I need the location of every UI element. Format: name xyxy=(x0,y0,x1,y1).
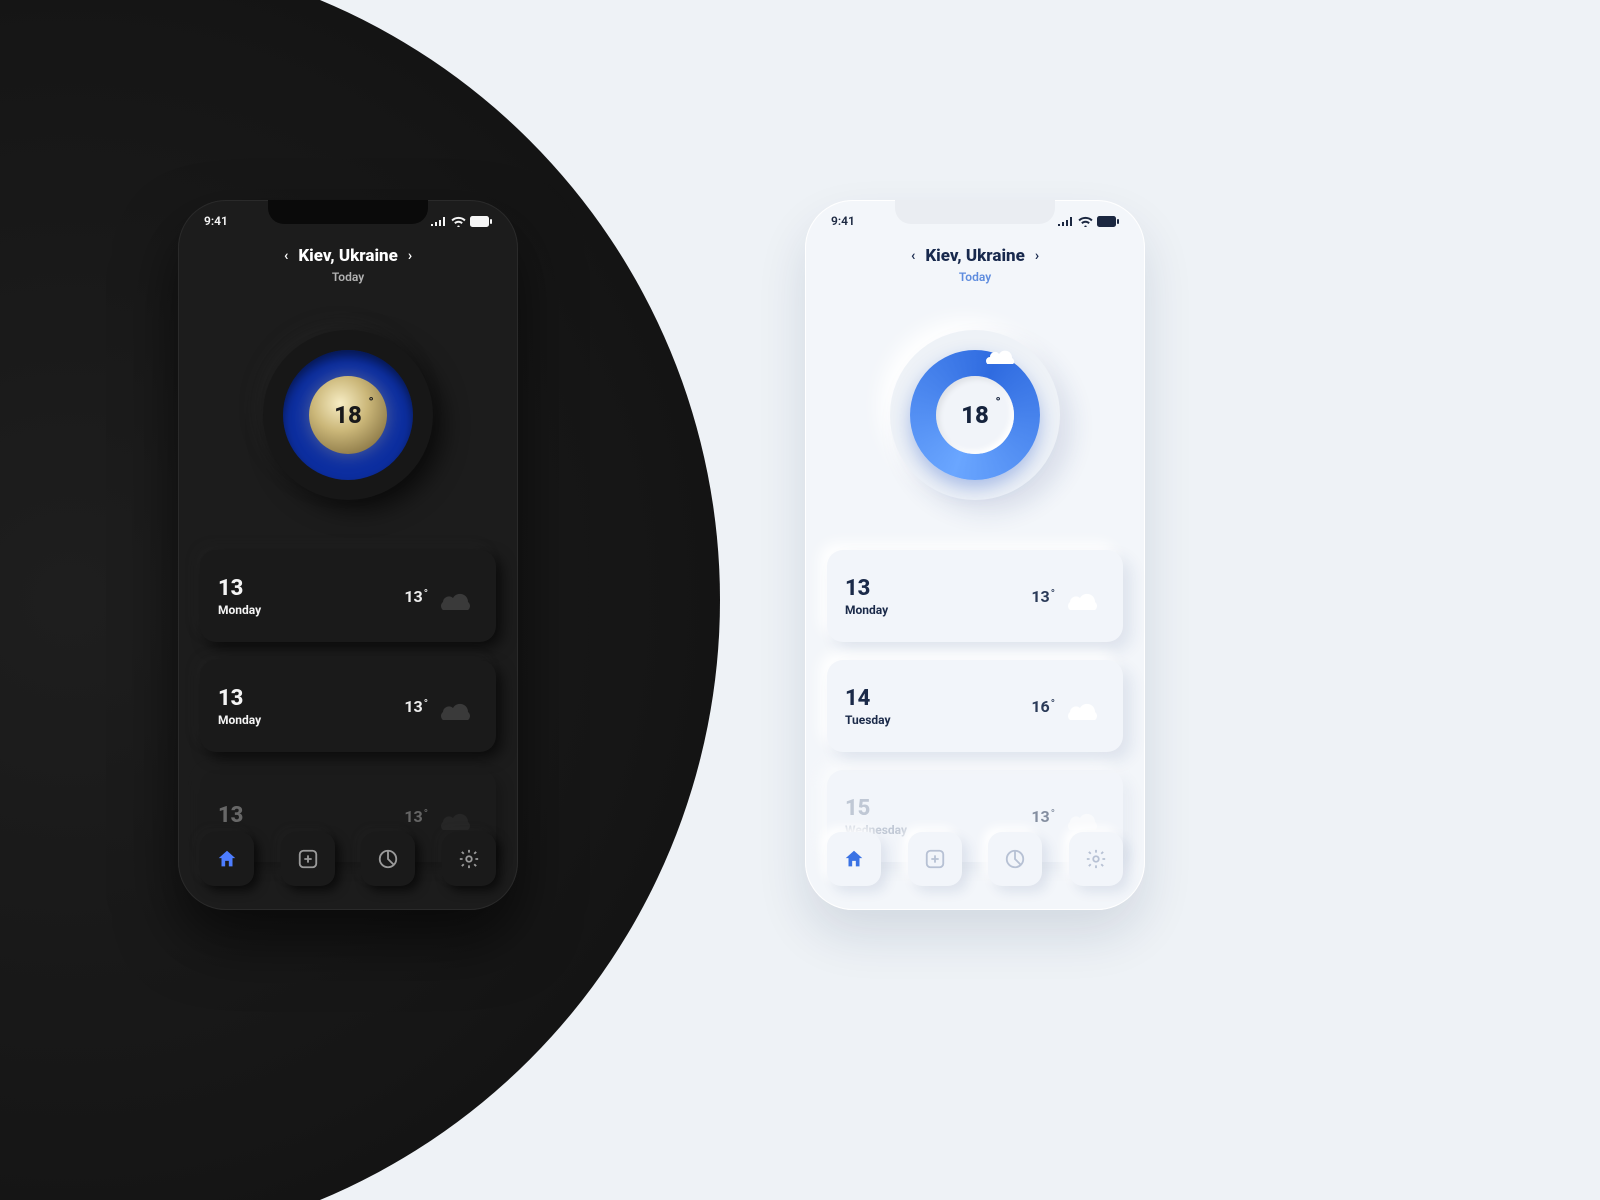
battery-icon xyxy=(470,216,492,227)
location-subtitle: Today xyxy=(178,270,518,284)
tab-stats[interactable] xyxy=(988,832,1042,886)
phone-dark: 9:41 ‹ Kiev, Ukraine › Today 18 ° 13 Monda… xyxy=(178,200,518,910)
location-subtitle: Today xyxy=(805,270,1145,284)
forecast-card[interactable]: 13 Monday 13° xyxy=(827,550,1123,642)
cloud-icon xyxy=(436,802,478,830)
tabbar xyxy=(200,832,496,886)
forecast-date: 13 xyxy=(218,576,261,601)
forecast-date: 13 xyxy=(218,686,261,711)
cloud-icon xyxy=(436,692,478,720)
next-location-button[interactable]: › xyxy=(408,248,412,264)
battery-icon xyxy=(1097,216,1119,227)
forecast-card[interactable]: 13 Monday 13° xyxy=(200,550,496,642)
plus-icon xyxy=(297,848,319,870)
tab-home[interactable] xyxy=(200,832,254,886)
current-temp: 18 xyxy=(334,401,362,429)
forecast-temp: 13° xyxy=(404,697,428,716)
forecast-day: Tuesday xyxy=(845,713,891,727)
prev-location-button[interactable]: ‹ xyxy=(911,248,915,264)
forecast-temp: 13° xyxy=(1031,587,1055,606)
tab-add[interactable] xyxy=(908,832,962,886)
tab-add[interactable] xyxy=(281,832,335,886)
location-title: Kiev, Ukraine xyxy=(925,246,1025,266)
forecast-day: Monday xyxy=(218,603,261,617)
tab-settings[interactable] xyxy=(442,832,496,886)
degree-symbol: ° xyxy=(995,395,1001,411)
plus-icon xyxy=(924,848,946,870)
gear-icon xyxy=(458,848,480,870)
header: ‹ Kiev, Ukraine › Today xyxy=(178,246,518,284)
forecast-date: 13 xyxy=(218,803,243,828)
temperature-dial: 18 ° xyxy=(875,315,1075,515)
tab-stats[interactable] xyxy=(361,832,415,886)
forecast-card[interactable]: 13 Monday 13° xyxy=(200,660,496,752)
home-icon xyxy=(843,848,865,870)
forecast-list[interactable]: 13Monday13°14Tuesday16°15Wednesday13° xyxy=(827,550,1123,862)
forecast-card[interactable]: 14 Tuesday 16° xyxy=(827,660,1123,752)
forecast-day: Monday xyxy=(845,603,888,617)
wifi-icon xyxy=(451,216,466,227)
forecast-date: 14 xyxy=(845,686,891,711)
current-temp: 18 xyxy=(961,401,989,429)
forecast-date: 13 xyxy=(845,576,888,601)
cloud-icon xyxy=(436,582,478,610)
gear-icon xyxy=(1085,848,1107,870)
location-title: Kiev, Ukraine xyxy=(298,246,398,266)
forecast-day: Monday xyxy=(218,713,261,727)
status-icons xyxy=(431,214,492,228)
forecast-list[interactable]: 13 Monday 13° 13 Monday 13° 13 13° xyxy=(200,550,496,862)
cloud-icon xyxy=(1063,692,1105,720)
stage: 9:41 ‹ Kiev, Ukraine › Today 18 ° 13 Monda… xyxy=(0,0,1600,1200)
status-bar: 9:41 xyxy=(805,214,1145,228)
forecast-temp: 13° xyxy=(404,807,428,826)
pie-icon xyxy=(377,848,399,870)
status-icons xyxy=(1058,214,1119,228)
degree-symbol: ° xyxy=(368,395,374,411)
moon-icon: 18 ° xyxy=(309,376,387,454)
forecast-temp: 13° xyxy=(404,587,428,606)
status-time: 9:41 xyxy=(831,214,855,228)
tabbar xyxy=(827,832,1123,886)
forecast-date: 15 xyxy=(845,796,907,821)
forecast-temp: 13° xyxy=(1031,807,1055,826)
status-time: 9:41 xyxy=(204,214,228,228)
pie-icon xyxy=(1004,848,1026,870)
prev-location-button[interactable]: ‹ xyxy=(284,248,288,264)
forecast-temp: 16° xyxy=(1031,697,1055,716)
signal-icon xyxy=(431,216,447,226)
cloud-icon xyxy=(1063,582,1105,610)
tab-home[interactable] xyxy=(827,832,881,886)
cloud-icon xyxy=(1063,802,1105,830)
header: ‹ Kiev, Ukraine › Today xyxy=(805,246,1145,284)
signal-icon xyxy=(1058,216,1074,226)
cloud-icon xyxy=(982,338,1022,364)
wifi-icon xyxy=(1078,216,1093,227)
home-icon xyxy=(216,848,238,870)
status-bar: 9:41 xyxy=(178,214,518,228)
tab-settings[interactable] xyxy=(1069,832,1123,886)
next-location-button[interactable]: › xyxy=(1035,248,1039,264)
phone-light: 9:41 ‹ Kiev, Ukraine › Today 18 ° xyxy=(805,200,1145,910)
temperature-dial: 18 ° xyxy=(248,315,448,515)
